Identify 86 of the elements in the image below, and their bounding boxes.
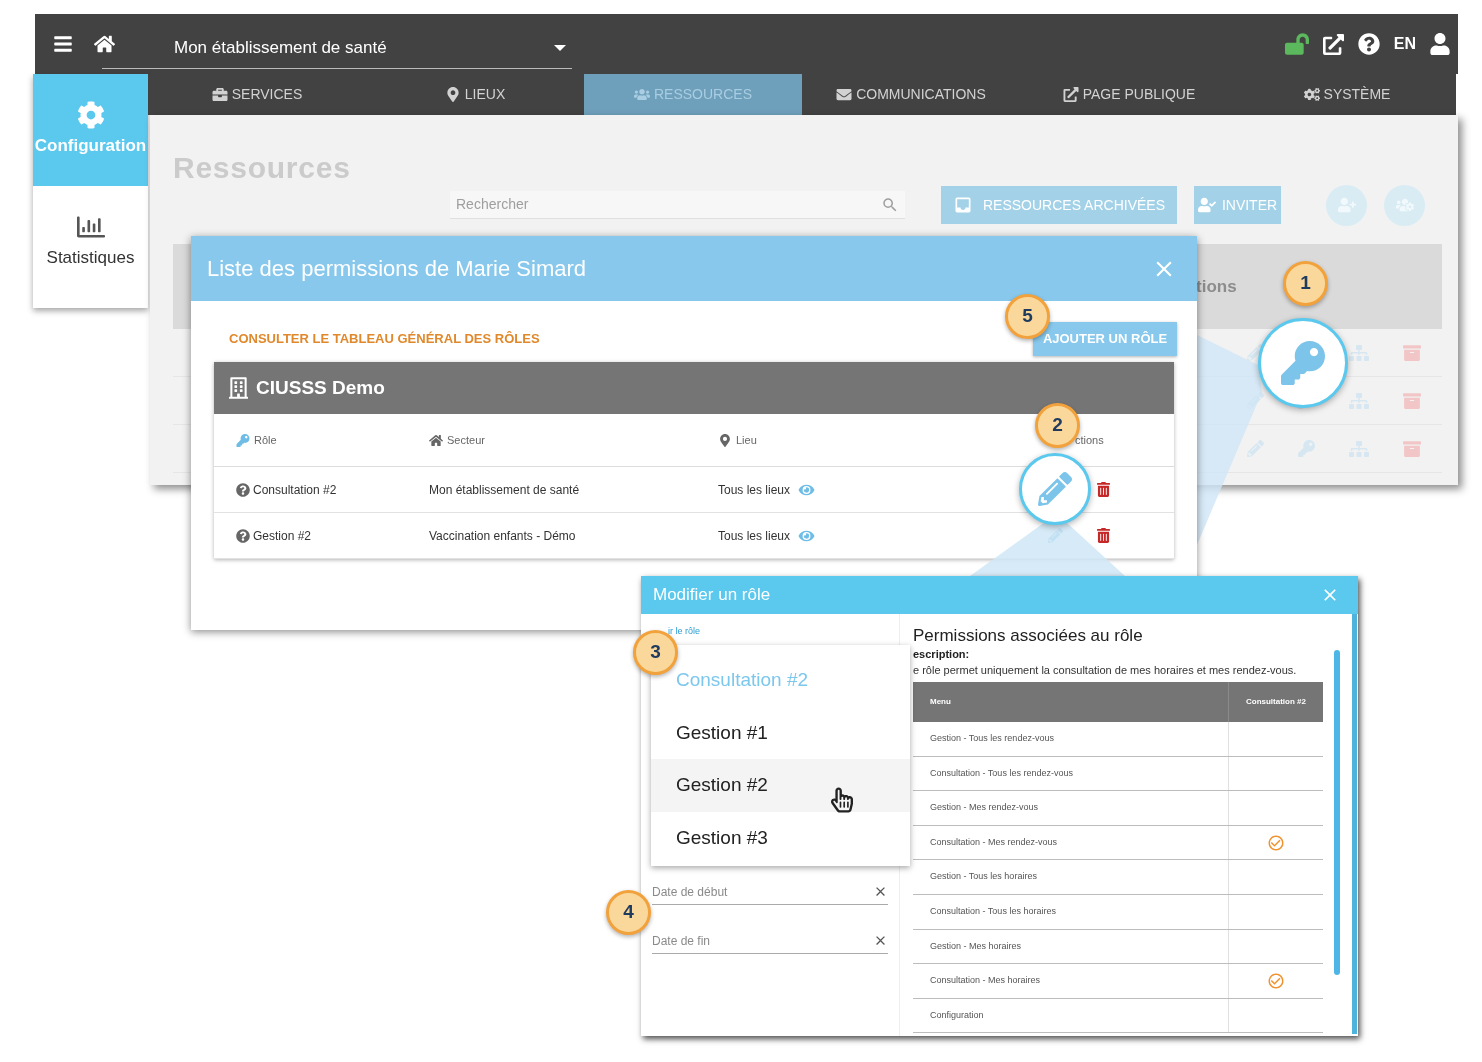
pencil-icon[interactable] [1247, 440, 1264, 457]
sitemap-icon[interactable] [1349, 391, 1369, 410]
scrollbar[interactable] [1334, 650, 1340, 975]
help-icon[interactable] [1357, 33, 1380, 55]
building-icon [229, 377, 248, 399]
section-title: Permissions associées au rôle [913, 625, 1144, 647]
help-icon[interactable] [236, 528, 250, 543]
eye-icon[interactable] [798, 528, 816, 543]
step-badge: 4 [606, 890, 651, 935]
map-pin-icon [718, 433, 732, 447]
language-button[interactable]: EN [1393, 32, 1416, 56]
archive-icon[interactable] [1403, 439, 1421, 458]
add-user-button[interactable] [1326, 184, 1367, 226]
scrollbar[interactable] [1352, 614, 1357, 1034]
nav-tab[interactable]: COMMUNICATIONS [802, 74, 1020, 115]
trash-icon[interactable] [1097, 528, 1110, 543]
dialog-title: Modifier un rôle [653, 584, 771, 607]
table-cell-text: Consultation - Mes rendez-vous [929, 835, 1059, 849]
add-user-icon [1337, 197, 1356, 213]
search-icon [881, 195, 899, 214]
archive-icon[interactable] [1403, 343, 1421, 362]
column-heading: tions [1196, 275, 1237, 298]
dropdown-option[interactable]: Gestion #2 [651, 759, 910, 812]
column-heading: Lieu [736, 432, 757, 448]
end-date-field[interactable]: Date de fin [652, 928, 888, 954]
sidebar-item[interactable]: Statistiques [33, 186, 148, 298]
table-cell-text: Gestion - Mes horaires [929, 939, 1023, 953]
table-cell-text: Gestion - Mes rendez-vous [929, 801, 1040, 815]
nav-tab[interactable]: SERVICES [148, 74, 366, 115]
dialog-title: Liste des permissions de Marie Simard [207, 255, 587, 283]
field-label: ir le rôle [668, 626, 700, 637]
nav-tab[interactable]: PAGE PUBLIQUE [1020, 74, 1238, 115]
home-icon [429, 433, 443, 447]
key-icon [1281, 341, 1325, 385]
archive-icon[interactable] [1403, 391, 1421, 410]
table-cell-text: Gestion - Tous les rendez-vous [929, 732, 1055, 746]
external-link-icon [1062, 87, 1079, 102]
nav-tab[interactable]: LIEUX [366, 74, 584, 115]
establishment-select[interactable]: Mon établissement de santé [102, 27, 572, 69]
external-link-icon[interactable] [1322, 33, 1344, 55]
column-heading: Secteur [447, 432, 485, 448]
sitemap-icon[interactable] [1349, 439, 1369, 458]
table-cell-text: Consultation - Tous les horaires [929, 905, 1057, 918]
users-icon [634, 87, 650, 102]
column-heading: Consultation #2 [1228, 682, 1323, 722]
sitemap-icon[interactable] [1349, 343, 1369, 362]
card-title: CIUSSS Demo [256, 375, 385, 400]
user-check-icon [1197, 197, 1216, 213]
table-cell-text: Vaccination enfants - Démo [429, 527, 577, 545]
map-pin-icon [444, 87, 461, 102]
home-icon[interactable] [94, 34, 115, 54]
briefcase-icon [211, 87, 228, 102]
user-icon[interactable] [1430, 33, 1450, 55]
column-heading: Rôle [254, 432, 277, 448]
start-date-field[interactable]: Date de début [652, 879, 888, 905]
table-cell-text: Tous les lieux [718, 481, 791, 499]
dropdown-option[interactable]: Gestion #1 [651, 706, 910, 759]
key-icon [236, 433, 250, 447]
nav-tab[interactable]: SYSTÈME [1238, 74, 1456, 115]
description-label: escription: [913, 647, 971, 661]
unlocked-padlock-icon[interactable] [1284, 33, 1309, 55]
table-cell-text: Consultation - Mes horaires [929, 974, 1042, 988]
hand-cursor-icon [831, 786, 853, 814]
table-cell-text: Consultation - Tous les rendez-vous [929, 766, 1074, 780]
table-cell-text: Tous les lieux [718, 527, 791, 545]
table-cell-text: Configuration [929, 1008, 985, 1022]
column-heading: Menu [929, 696, 952, 708]
users-gear-icon [1395, 197, 1414, 213]
caret-icon [554, 44, 566, 51]
pencil-icon[interactable] [1247, 344, 1264, 361]
trash-icon[interactable] [1097, 482, 1110, 497]
key-icon[interactable] [1298, 440, 1315, 457]
help-icon[interactable] [236, 482, 250, 497]
table-cell-text: Consultation #2 [253, 481, 337, 499]
users-settings-button[interactable] [1384, 184, 1425, 226]
table-cell-text: Gestion #2 [253, 527, 312, 545]
gear-icon [75, 101, 106, 130]
table-cell-text: Mon établissement de santé [429, 481, 581, 499]
eye-icon[interactable] [798, 482, 816, 497]
dropdown-option[interactable]: Gestion #3 [651, 811, 910, 864]
gears-icon [1303, 87, 1320, 102]
menu-icon[interactable] [52, 34, 74, 54]
envelope-icon [836, 87, 853, 102]
pencil-icon [1038, 472, 1072, 506]
table-cell-text: Gestion - Tous les horaires [929, 870, 1038, 884]
description-text: e rôle permet uniquement la consultation de mes horaires et mes rendez-vous. [913, 663, 1298, 678]
